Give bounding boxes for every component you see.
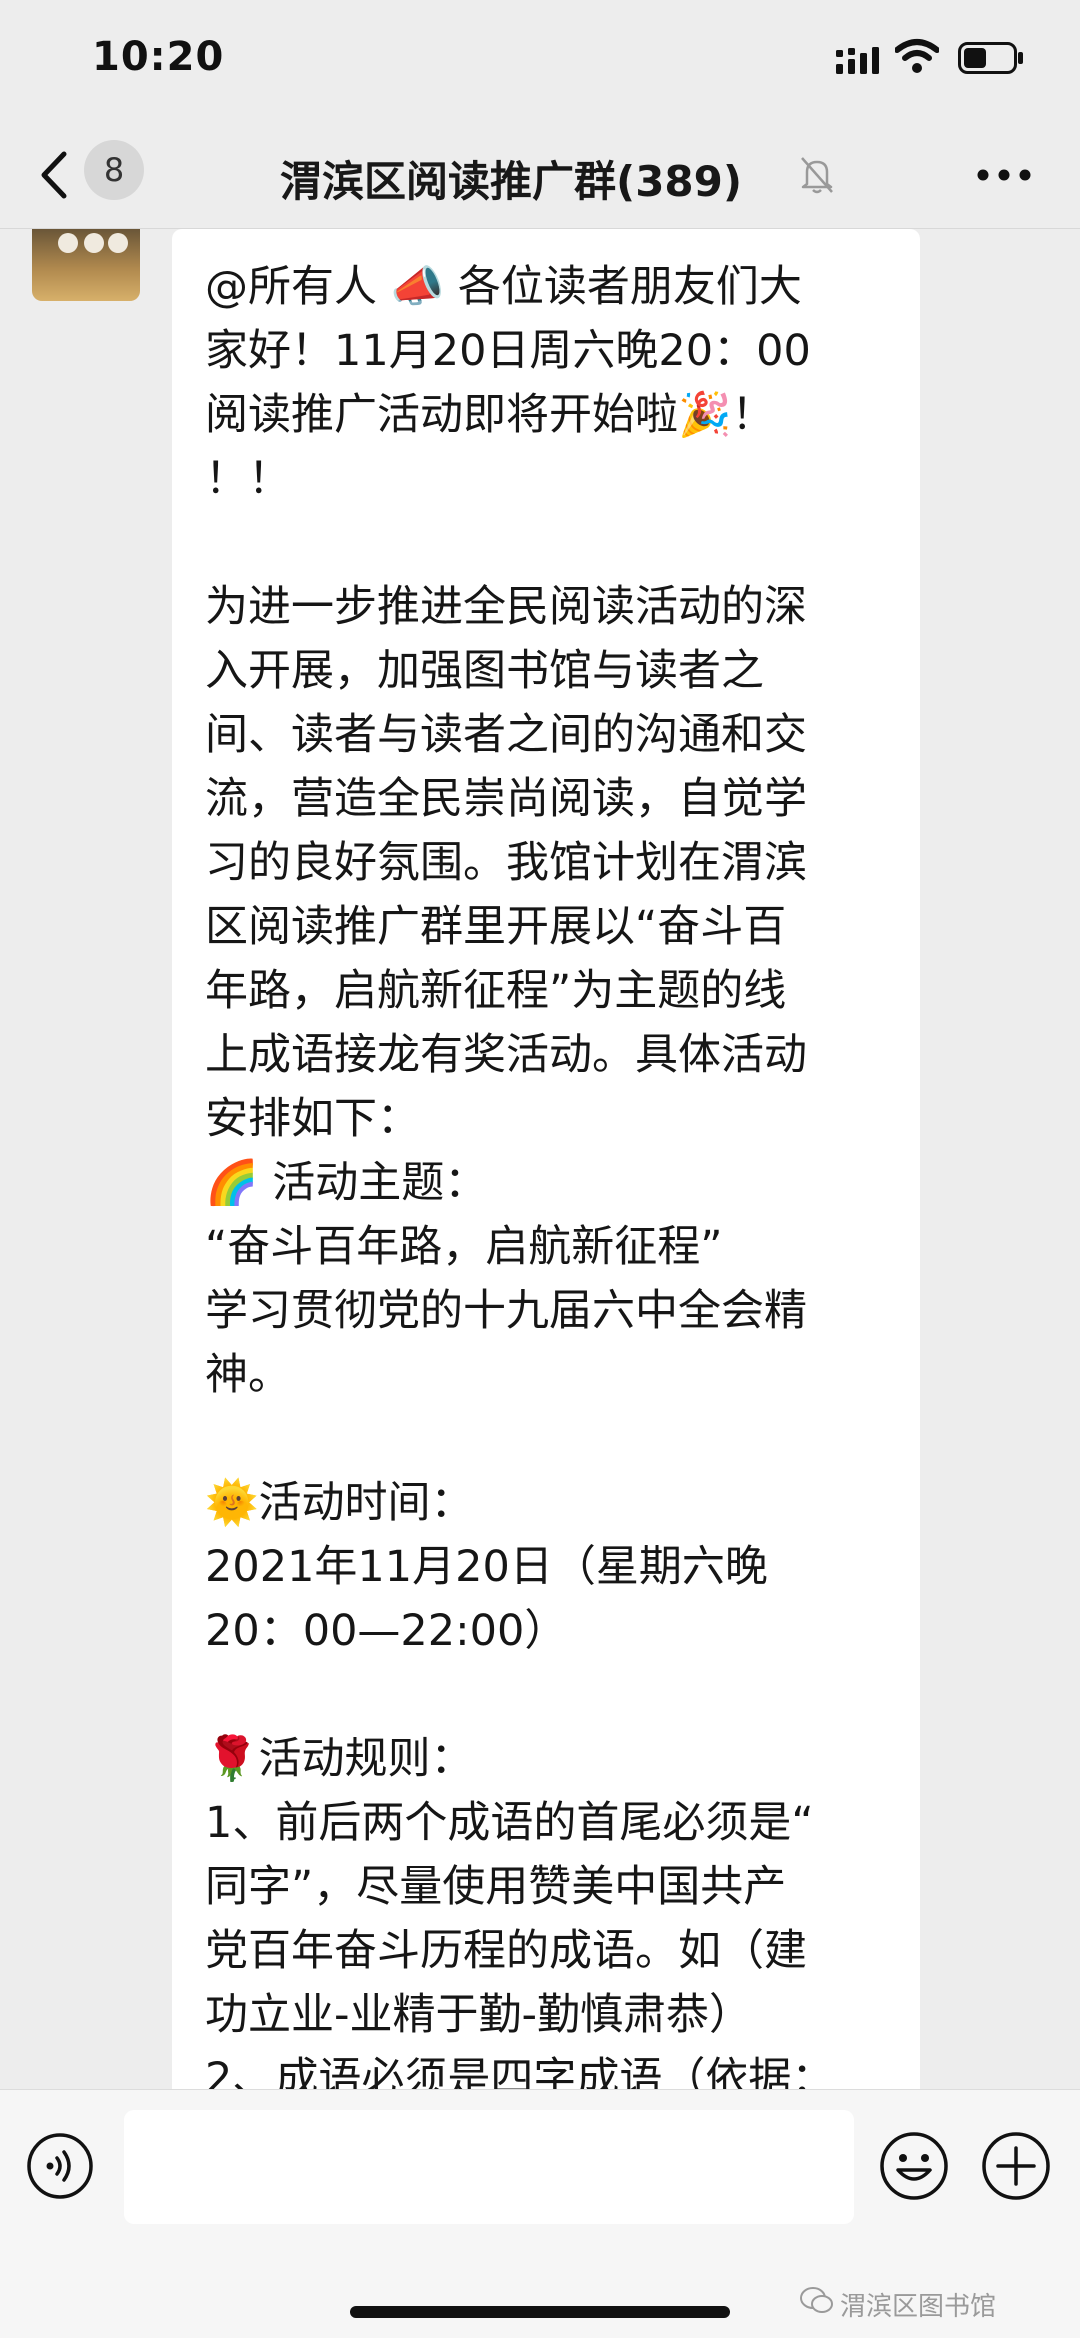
- mute-bell-icon: [801, 157, 833, 194]
- message-line: 年路，启航新征程”为主题的线: [205, 966, 787, 1016]
- message-line: 为进一步推进全民阅读活动的深: [205, 582, 807, 632]
- message-line: 流，营造全民崇尚阅读，自觉学: [205, 774, 807, 824]
- message-line: 学习贯彻党的十九届六中全会精: [205, 1286, 807, 1336]
- message-line: 区阅读推广群里开展以“奋斗百: [205, 902, 787, 952]
- message-line: 家好！11月20日周六晚20：00: [205, 326, 811, 376]
- emoji-icon[interactable]: [878, 2130, 950, 2202]
- message-line: 1、前后两个成语的首尾必须是“: [205, 1798, 814, 1848]
- back-chevron-icon[interactable]: [38, 150, 68, 200]
- message-line: 阅读推广活动即将开始啦🎉！: [205, 390, 775, 440]
- message-line: 功立业-业精于勤-勤慎肃恭）: [205, 1990, 753, 2040]
- message-text: @所有人 📣 各位读者朋友们大 家好！11月20日周六晚20：00 阅读推广活动即将…: [205, 255, 895, 2175]
- message-line: 习的良好氛围。我馆计划在渭滨: [205, 838, 807, 888]
- message-line: “奋斗百年路，启航新征程”: [205, 1222, 723, 1272]
- wechat-logo-icon: [800, 2287, 833, 2313]
- message-line: 20：00—22:00）: [205, 1606, 568, 1656]
- unread-count-badge[interactable]: 8: [84, 140, 144, 200]
- status-bar: 10:20: [0, 0, 1080, 120]
- cellular-signal-icon: [836, 47, 879, 74]
- message-line: 安排如下：: [205, 1094, 420, 1144]
- message-line: [205, 1407, 895, 1471]
- account-watermark: 渭滨区图书馆: [840, 2292, 997, 2322]
- message-line: 神。: [205, 1350, 291, 1400]
- status-time: 10:20: [92, 34, 225, 80]
- more-options-icon[interactable]: [976, 168, 1032, 182]
- home-indicator[interactable]: [350, 2306, 730, 2318]
- chat-title: 渭滨区阅读推广群(389): [280, 157, 743, 206]
- message-line: 上成语接龙有奖活动。具体活动: [205, 1030, 807, 1080]
- message-line: 🌹活动规则：: [205, 1734, 474, 1784]
- message-line: ！！: [205, 454, 291, 504]
- message-input[interactable]: [124, 2110, 854, 2224]
- wifi-icon: [895, 39, 939, 73]
- plus-icon[interactable]: [980, 2130, 1052, 2202]
- message-line: 党百年奋斗历程的成语。如（建: [205, 1926, 807, 1976]
- sender-avatar[interactable]: [32, 229, 140, 301]
- message-line: [205, 511, 895, 575]
- message-line: 🌞活动时间：: [205, 1478, 474, 1528]
- message-line: @所有人 📣 各位读者朋友们大: [205, 262, 802, 312]
- message-line: 入开展，加强图书馆与读者之: [205, 646, 764, 696]
- message-line: 2021年11月20日（星期六晚: [205, 1542, 768, 1592]
- message-line: 同字”，尽量使用赞美中国共产: [205, 1862, 787, 1912]
- battery-icon: [958, 42, 1023, 74]
- message-line: 间、读者与读者之间的沟通和交: [205, 710, 807, 760]
- message-line: 🌈 活动主题：: [205, 1158, 488, 1208]
- voice-input-icon[interactable]: [26, 2132, 94, 2200]
- message-line: [205, 1663, 895, 1727]
- chat-input-bar: 渭滨区图书馆: [0, 2089, 1080, 2338]
